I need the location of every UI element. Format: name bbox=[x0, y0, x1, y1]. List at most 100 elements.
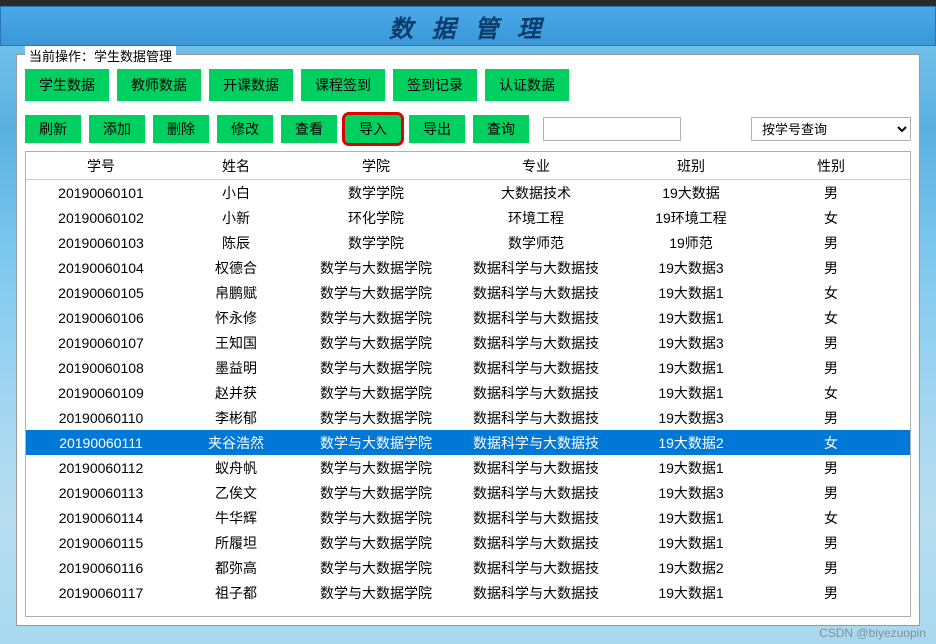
table-cell: 祖子都 bbox=[176, 583, 296, 603]
table-cell: 数学与大数据学院 bbox=[296, 358, 456, 378]
table-cell: 20190060112 bbox=[26, 460, 176, 476]
table-cell: 男 bbox=[766, 458, 896, 478]
table-cell: 20190060105 bbox=[26, 285, 176, 301]
column-header-5[interactable]: 性别 bbox=[766, 156, 896, 176]
table-row[interactable]: 20190060105帛鹏赋数学与大数据学院数据科学与大数据技19大数据1女 bbox=[26, 280, 910, 305]
category-button-5[interactable]: 认证数据 bbox=[485, 69, 569, 101]
table-cell: 19大数据1 bbox=[616, 508, 766, 528]
action-button-查询[interactable]: 查询 bbox=[473, 115, 529, 143]
table-cell: 乙俟文 bbox=[176, 483, 296, 503]
table-row[interactable]: 20190060114牛华辉数学与大数据学院数据科学与大数据技19大数据1女 bbox=[26, 505, 910, 530]
table-cell: 20190060113 bbox=[26, 485, 176, 501]
table-row[interactable]: 20190060106怀永修数学与大数据学院数据科学与大数据技19大数据1女 bbox=[26, 305, 910, 330]
table-cell: 数学与大数据学院 bbox=[296, 308, 456, 328]
table-cell: 男 bbox=[766, 183, 896, 203]
data-table[interactable]: 学号姓名学院专业班别性别 20190060101小白数学学院大数据技术19大数据… bbox=[25, 151, 911, 617]
action-button-删除[interactable]: 删除 bbox=[153, 115, 209, 143]
category-button-3[interactable]: 课程签到 bbox=[301, 69, 385, 101]
table-cell: 20190060109 bbox=[26, 385, 176, 401]
table-row[interactable]: 20190060117祖子都数学与大数据学院数据科学与大数据技19大数据1男 bbox=[26, 580, 910, 605]
table-cell: 数据科学与大数据技 bbox=[456, 333, 616, 353]
table-cell: 数据科学与大数据技 bbox=[456, 458, 616, 478]
category-button-2[interactable]: 开课数据 bbox=[209, 69, 293, 101]
table-cell: 20190060101 bbox=[26, 185, 176, 201]
table-row[interactable]: 20190060115所履坦数学与大数据学院数据科学与大数据技19大数据1男 bbox=[26, 530, 910, 555]
table-cell: 小白 bbox=[176, 183, 296, 203]
table-row[interactable]: 20190060101小白数学学院大数据技术19大数据男 bbox=[26, 180, 910, 205]
table-cell: 男 bbox=[766, 408, 896, 428]
action-button-导入[interactable]: 导入 bbox=[345, 115, 401, 143]
category-button-4[interactable]: 签到记录 bbox=[393, 69, 477, 101]
category-button-0[interactable]: 学生数据 bbox=[25, 69, 109, 101]
table-cell: 19大数据1 bbox=[616, 308, 766, 328]
table-cell: 数据科学与大数据技 bbox=[456, 583, 616, 603]
table-cell: 20190060102 bbox=[26, 210, 176, 226]
table-row[interactable]: 20190060102小新环化学院环境工程19环境工程女 bbox=[26, 205, 910, 230]
action-button-修改[interactable]: 修改 bbox=[217, 115, 273, 143]
table-cell: 19大数据1 bbox=[616, 283, 766, 303]
table-cell: 20190060108 bbox=[26, 360, 176, 376]
table-cell: 19大数据3 bbox=[616, 408, 766, 428]
action-button-导出[interactable]: 导出 bbox=[409, 115, 465, 143]
table-cell: 数据科学与大数据技 bbox=[456, 383, 616, 403]
table-cell: 20190060114 bbox=[26, 510, 176, 526]
table-cell: 数学与大数据学院 bbox=[296, 283, 456, 303]
table-cell: 女 bbox=[766, 508, 896, 528]
table-body: 20190060101小白数学学院大数据技术19大数据男20190060102小… bbox=[26, 180, 910, 605]
table-cell: 帛鹏赋 bbox=[176, 283, 296, 303]
table-cell: 19大数据2 bbox=[616, 433, 766, 453]
table-row[interactable]: 20190060116都弥高数学与大数据学院数据科学与大数据技19大数据2男 bbox=[26, 555, 910, 580]
table-cell: 牛华辉 bbox=[176, 508, 296, 528]
column-header-2[interactable]: 学院 bbox=[296, 156, 456, 176]
table-cell: 数学与大数据学院 bbox=[296, 333, 456, 353]
table-cell: 19大数据1 bbox=[616, 533, 766, 553]
table-row[interactable]: 20190060113乙俟文数学与大数据学院数据科学与大数据技19大数据3男 bbox=[26, 480, 910, 505]
table-cell: 20190060111 bbox=[26, 435, 176, 451]
table-cell: 19大数据3 bbox=[616, 483, 766, 503]
table-cell: 数据科学与大数据技 bbox=[456, 308, 616, 328]
column-header-3[interactable]: 专业 bbox=[456, 156, 616, 176]
table-cell: 男 bbox=[766, 233, 896, 253]
search-mode-select[interactable]: 按学号查询 bbox=[751, 117, 911, 141]
action-button-刷新[interactable]: 刷新 bbox=[25, 115, 81, 143]
table-cell: 怀永修 bbox=[176, 308, 296, 328]
category-button-1[interactable]: 教师数据 bbox=[117, 69, 201, 101]
table-cell: 男 bbox=[766, 258, 896, 278]
table-cell: 19大数据 bbox=[616, 183, 766, 203]
table-cell: 数据科学与大数据技 bbox=[456, 483, 616, 503]
table-row[interactable]: 20190060103陈辰数学学院数学师范19师范男 bbox=[26, 230, 910, 255]
table-cell: 所履坦 bbox=[176, 533, 296, 553]
table-row[interactable]: 20190060109赵并获数学与大数据学院数据科学与大数据技19大数据1女 bbox=[26, 380, 910, 405]
table-cell: 19大数据3 bbox=[616, 258, 766, 278]
table-cell: 数学与大数据学院 bbox=[296, 408, 456, 428]
table-cell: 20190060115 bbox=[26, 535, 176, 551]
table-cell: 19大数据1 bbox=[616, 358, 766, 378]
table-cell: 数据科学与大数据技 bbox=[456, 533, 616, 553]
table-cell: 男 bbox=[766, 583, 896, 603]
column-header-1[interactable]: 姓名 bbox=[176, 156, 296, 176]
action-button-查看[interactable]: 查看 bbox=[281, 115, 337, 143]
table-row[interactable]: 20190060112蚁舟帆数学与大数据学院数据科学与大数据技19大数据1男 bbox=[26, 455, 910, 480]
app-title: 数 据 管 理 bbox=[389, 9, 547, 44]
action-button-添加[interactable]: 添加 bbox=[89, 115, 145, 143]
table-cell: 数据科学与大数据技 bbox=[456, 283, 616, 303]
table-row[interactable]: 20190060108墨益明数学与大数据学院数据科学与大数据技19大数据1男 bbox=[26, 355, 910, 380]
table-cell: 数据科学与大数据技 bbox=[456, 358, 616, 378]
table-row[interactable]: 20190060104权德合数学与大数据学院数据科学与大数据技19大数据3男 bbox=[26, 255, 910, 280]
table-cell: 男 bbox=[766, 558, 896, 578]
table-cell: 环境工程 bbox=[456, 208, 616, 228]
action-button-row: 刷新添加删除修改查看导入导出查询 按学号查询 bbox=[25, 115, 911, 143]
table-cell: 数学与大数据学院 bbox=[296, 258, 456, 278]
table-row[interactable]: 20190060107王知国数学与大数据学院数据科学与大数据技19大数据3男 bbox=[26, 330, 910, 355]
search-input[interactable] bbox=[543, 117, 681, 141]
table-row[interactable]: 20190060110李彬郁数学与大数据学院数据科学与大数据技19大数据3男 bbox=[26, 405, 910, 430]
column-header-0[interactable]: 学号 bbox=[26, 156, 176, 176]
table-cell: 20190060116 bbox=[26, 560, 176, 576]
table-cell: 19大数据2 bbox=[616, 558, 766, 578]
table-cell: 20190060106 bbox=[26, 310, 176, 326]
table-cell: 20190060107 bbox=[26, 335, 176, 351]
column-header-4[interactable]: 班别 bbox=[616, 156, 766, 176]
table-cell: 数学与大数据学院 bbox=[296, 383, 456, 403]
table-row[interactable]: 20190060111夹谷浩然数学与大数据学院数据科学与大数据技19大数据2女 bbox=[26, 430, 910, 455]
table-cell: 赵并获 bbox=[176, 383, 296, 403]
